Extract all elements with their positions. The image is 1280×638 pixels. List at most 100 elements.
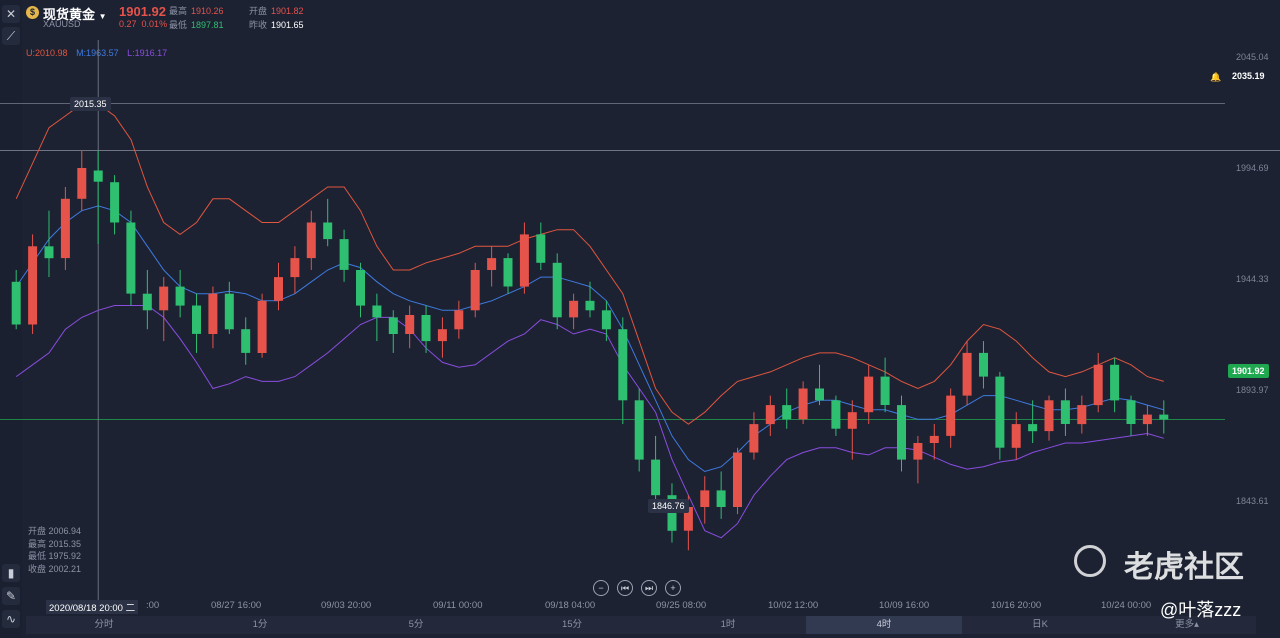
candle-body	[77, 168, 87, 199]
candle-body	[274, 277, 283, 301]
candle-body	[979, 352, 988, 377]
candle-body	[946, 395, 956, 436]
peak-label: 2015.35	[70, 97, 111, 111]
candle-body	[585, 300, 595, 311]
candle-body	[241, 329, 251, 353]
candle-body	[1159, 414, 1169, 420]
period-tab-1hour[interactable]: 1时	[650, 616, 806, 634]
info-high: 最高 2015.35	[28, 538, 82, 549]
x-tick-label: 09/11 00:00	[433, 600, 483, 611]
period-tab-daily[interactable]: 日K	[962, 616, 1118, 634]
candle-body	[782, 405, 792, 420]
x-tick-label: 10/24 00:00	[1101, 600, 1152, 611]
y-tick-label: 1944.33	[1236, 274, 1269, 284]
draw-tool-icon[interactable]: ⟋	[2, 27, 20, 45]
price-change: 0.27 0.01%	[119, 19, 168, 29]
candle-body	[290, 258, 300, 278]
candle-body	[1142, 414, 1152, 425]
candle-body	[880, 376, 890, 405]
x-tick-label: 09/25 08:00	[656, 600, 707, 611]
boll-mid-band	[15, 205, 1164, 473]
candle-body	[159, 286, 169, 311]
candle-body	[1011, 424, 1021, 448]
candle-body	[93, 170, 103, 182]
candle-body	[913, 443, 923, 460]
candle-body	[487, 258, 497, 270]
x-tick-label: 10/02 12:00	[768, 600, 819, 611]
close-icon[interactable]: ✕	[2, 5, 20, 23]
x-tick-label: 09/03 20:00	[321, 600, 372, 611]
candle-body	[28, 246, 38, 325]
y-tick-label: 2045.04	[1236, 52, 1269, 62]
y-tick-label: 1893.97	[1236, 385, 1269, 395]
period-tab-15min[interactable]: 15分	[494, 616, 650, 634]
watermark-text: 老虎社区	[1124, 551, 1244, 584]
pen-icon[interactable]: ✎	[2, 587, 20, 605]
candle-body	[224, 293, 234, 330]
candle-body	[1044, 400, 1054, 432]
candle-body	[208, 293, 218, 334]
candle-body	[1077, 405, 1087, 425]
candle-body	[536, 234, 546, 263]
candle-body	[437, 329, 447, 342]
prev-close-stat: 昨收 1901.65	[249, 20, 304, 30]
boll-upper: U:2010.98	[26, 48, 68, 58]
candle-body	[142, 293, 152, 311]
low-stat: 最低 1897.81	[169, 20, 224, 30]
candle-body	[1028, 424, 1038, 432]
candle-body	[733, 452, 742, 507]
alert-price-tag[interactable]: 2035.19	[1228, 69, 1269, 83]
y-tick-label: 1843.61	[1236, 496, 1269, 506]
candlestick-chart[interactable]	[0, 0, 1280, 638]
candle-body	[700, 490, 710, 507]
chevron-down-icon[interactable]: ▼	[99, 12, 107, 21]
chart-type-icon[interactable]: ∿	[2, 610, 20, 628]
candle-body	[175, 286, 185, 306]
candle-body	[569, 300, 579, 318]
scroll-start-button[interactable]: ⏮	[617, 580, 633, 596]
zoom-out-button[interactable]: −	[593, 580, 609, 596]
gold-coin-icon: $	[26, 6, 39, 19]
boll-mid: M:1963.57	[76, 48, 119, 58]
candle-body	[372, 305, 382, 318]
zoom-in-button[interactable]: +	[665, 580, 681, 596]
crosshair-info-box: 开盘 2006.94 最高 2015.35 最低 1975.92 收盘 2002…	[28, 525, 81, 575]
x-tick-label: 10/16 20:00	[991, 600, 1042, 611]
candle-body	[306, 222, 316, 259]
period-tab-1min[interactable]: 1分	[182, 616, 338, 634]
crosshair-time-label: 2020/08/18 20:00 二	[46, 600, 139, 614]
info-open: 开盘 2006.94	[28, 526, 82, 536]
indicator-icon[interactable]: ▮	[2, 564, 20, 582]
tiger-logo-icon	[1074, 545, 1106, 577]
candle-body	[765, 405, 775, 425]
candle-body	[60, 198, 70, 259]
x-tick-label: 09/18 04:00	[545, 600, 596, 611]
boll-legend: U:2010.98 M:1963.57 L:1916.17	[26, 48, 173, 58]
candle-body	[257, 300, 267, 353]
period-tab-5min[interactable]: 5分	[338, 616, 494, 634]
candle-body	[388, 317, 398, 334]
high-stat: 最高 1910.26	[169, 6, 224, 16]
period-tab-timeshare[interactable]: 分时	[26, 616, 182, 634]
candle-body	[864, 376, 874, 413]
candle-body	[110, 182, 120, 223]
candle-body	[1126, 400, 1136, 424]
candle-body	[716, 490, 726, 507]
scroll-end-button[interactable]: ⏭	[641, 580, 657, 596]
trough-label: 1846.76	[648, 499, 689, 513]
x-tick-label: :00	[146, 600, 160, 611]
candle-body	[634, 400, 644, 460]
candle-body	[421, 315, 431, 342]
x-tick-label: 10/09 16:00	[879, 600, 930, 611]
alert-bell-icon[interactable]: 🔔	[1206, 70, 1225, 85]
candle-body	[847, 412, 857, 429]
candle-body	[651, 459, 661, 496]
candle-body	[323, 222, 333, 240]
candle-body	[962, 352, 972, 396]
period-tab-4hour[interactable]: 4时	[806, 616, 962, 634]
info-low: 最低 1975.92	[28, 551, 82, 561]
y-tick-label: 1994.69	[1236, 163, 1269, 173]
candle-body	[1060, 400, 1070, 424]
open-stat: 开盘 1901.82	[249, 6, 304, 16]
candle-body	[815, 388, 824, 401]
